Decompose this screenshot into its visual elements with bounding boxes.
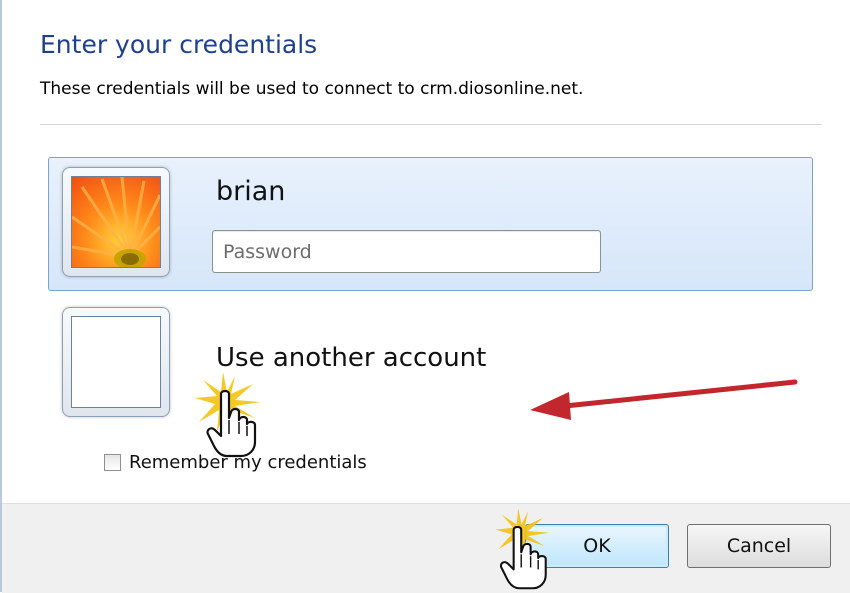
user-avatar[interactable]	[62, 167, 170, 277]
remember-checkbox[interactable]	[104, 454, 121, 471]
click-burst-icon	[195, 372, 261, 432]
ok-button[interactable]: OK	[525, 524, 669, 568]
dialog-subtitle: These credentials will be used to connec…	[40, 79, 584, 99]
remember-credentials[interactable]: Remember my credentials	[104, 452, 367, 473]
user-avatar-flower-icon	[71, 176, 161, 268]
blank-avatar-frame	[71, 316, 161, 408]
red-arrow-icon	[530, 379, 798, 420]
use-another-account-option[interactable]: Use another account	[216, 343, 486, 373]
hand-cursor-icon	[206, 390, 257, 458]
header-divider	[40, 124, 822, 125]
dialog-title: Enter your credentials	[40, 30, 318, 59]
blank-avatar-icon[interactable]	[62, 307, 170, 417]
remember-label: Remember my credentials	[129, 452, 367, 473]
username-label: brian	[216, 176, 286, 207]
password-input[interactable]	[212, 230, 601, 273]
cancel-button[interactable]: Cancel	[687, 524, 831, 568]
